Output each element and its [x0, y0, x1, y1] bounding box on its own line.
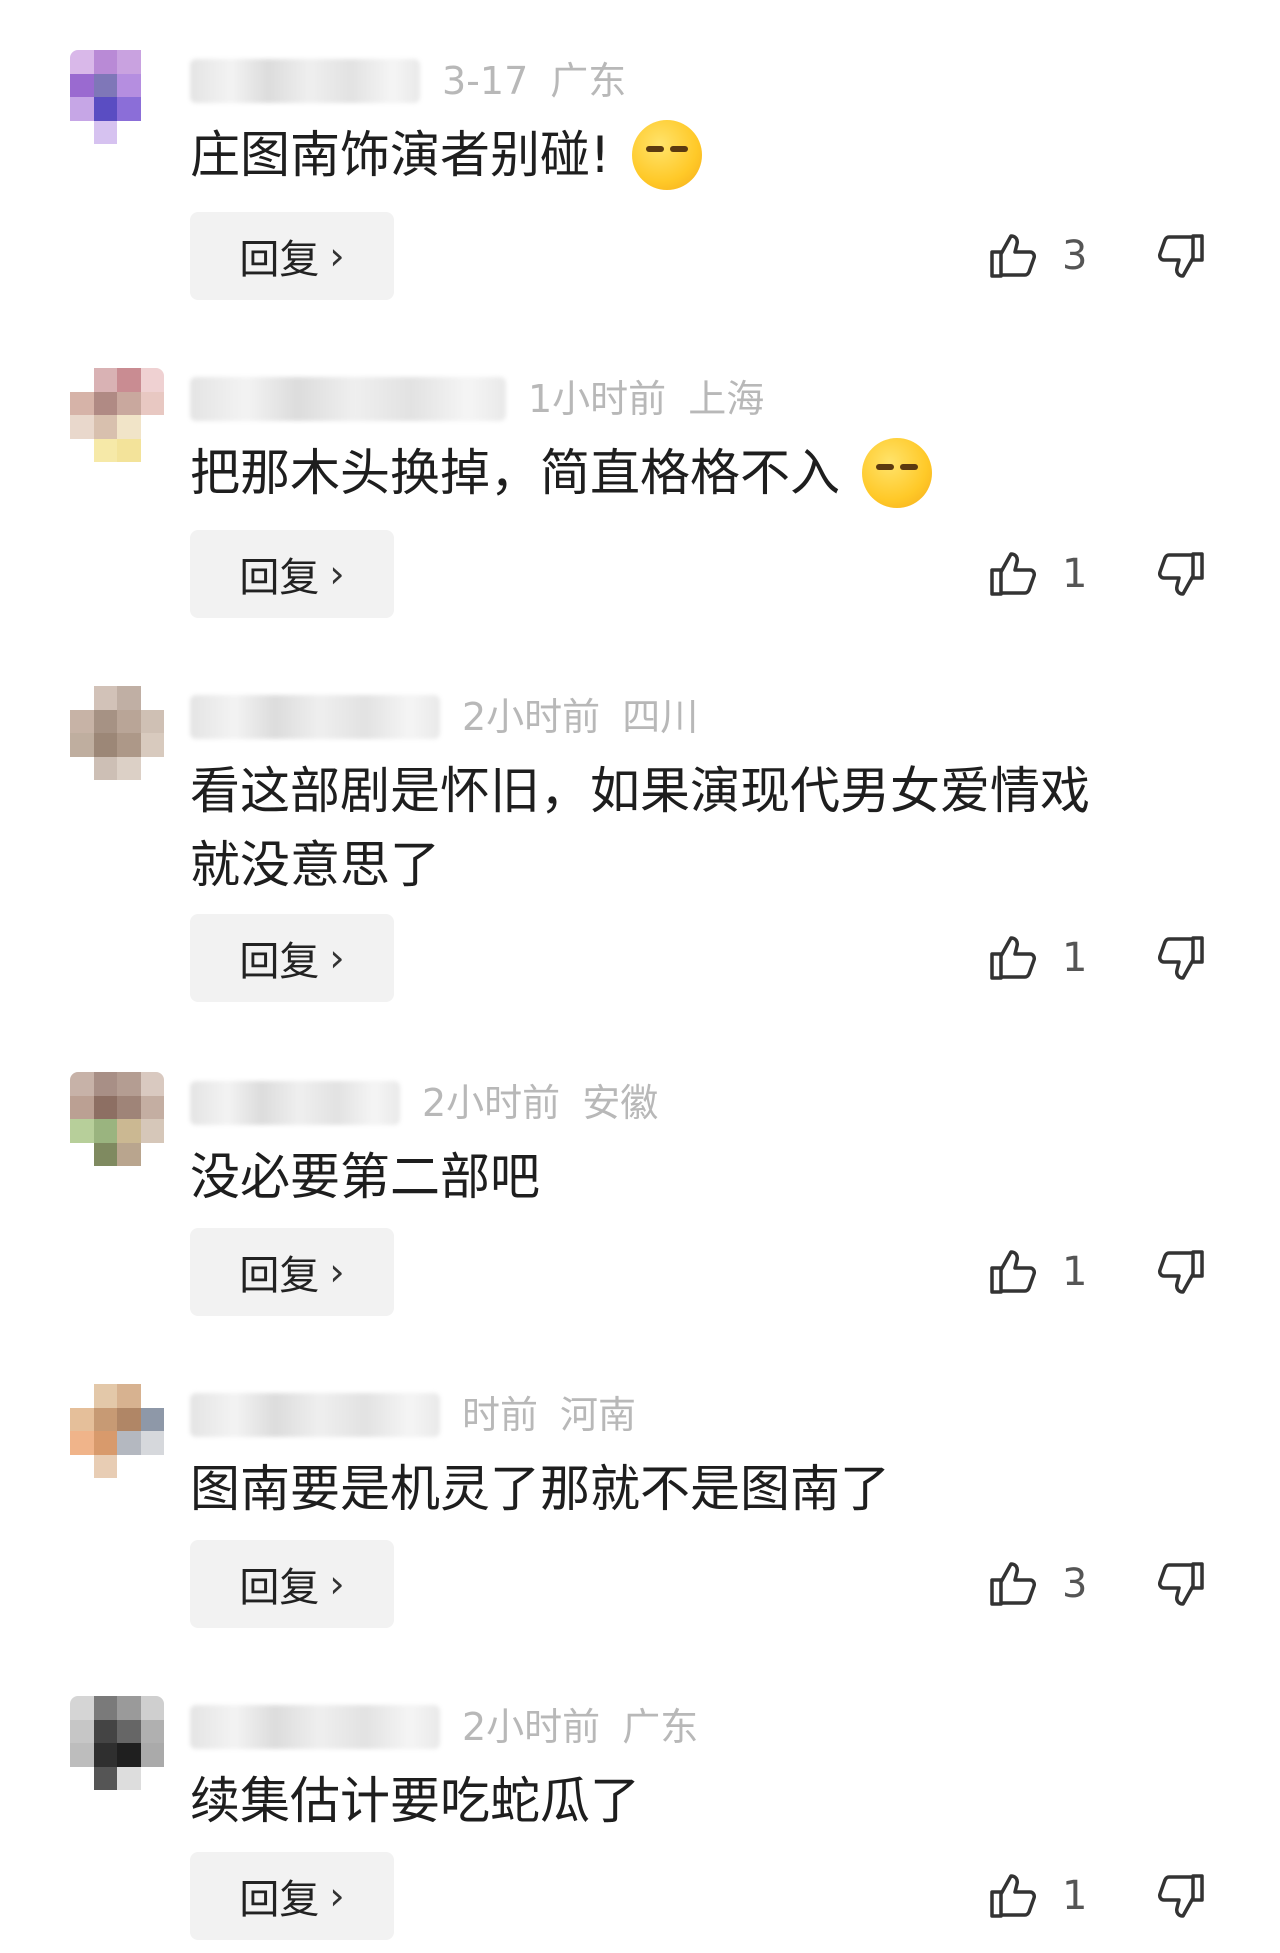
- reply-button[interactable]: 回复 ›: [190, 1540, 394, 1628]
- comment-region: 上海: [688, 377, 765, 421]
- username-blurred[interactable]: [190, 59, 420, 103]
- comment-meta: 2小时前 安徽: [190, 1078, 658, 1128]
- comment-time: 时前: [462, 1393, 539, 1437]
- avatar[interactable]: [70, 368, 164, 462]
- reply-button[interactable]: 回复 ›: [190, 1852, 394, 1940]
- reply-label: 回复: [239, 1877, 320, 1923]
- relieved-emoji-icon: [862, 437, 932, 508]
- like-count: 3: [1062, 1561, 1088, 1607]
- reply-button[interactable]: 回复 ›: [190, 914, 394, 1002]
- comment-time: 3-17: [442, 59, 529, 103]
- thumbs-up-icon: [990, 936, 1036, 980]
- thumbs-down-icon: [1158, 936, 1204, 980]
- dislike-button[interactable]: [1156, 1228, 1208, 1316]
- thumbs-up-icon: [990, 1874, 1036, 1918]
- comment-text: 续集估计要吃蛇瓜了: [190, 1772, 640, 1830]
- username-blurred[interactable]: [190, 695, 440, 739]
- comment-meta: 2小时前 四川: [190, 692, 698, 742]
- thumbs-up-icon: [990, 1562, 1036, 1606]
- reply-label: 回复: [239, 1253, 320, 1299]
- like-count: 1: [1062, 935, 1088, 981]
- like-count: 1: [1062, 1873, 1088, 1919]
- comment-text: 把那木头换掉，简直格格不入: [190, 436, 1210, 512]
- avatar[interactable]: [70, 686, 164, 780]
- avatar[interactable]: [70, 50, 164, 144]
- thumbs-down-icon: [1158, 1250, 1204, 1294]
- username-blurred[interactable]: [190, 1393, 440, 1437]
- reply-button[interactable]: 回复 ›: [190, 212, 394, 300]
- comment-region: 广东: [550, 59, 627, 103]
- like-button[interactable]: 3: [986, 212, 1087, 300]
- like-count: 1: [1062, 551, 1088, 597]
- reply-label: 回复: [239, 237, 320, 283]
- chevron-right-icon: ›: [329, 1874, 345, 1918]
- comment-meta: 3-17 广东: [190, 56, 626, 106]
- dislike-button[interactable]: [1156, 1540, 1208, 1628]
- chevron-right-icon: ›: [329, 936, 345, 980]
- avatar[interactable]: [70, 1696, 164, 1790]
- thumbs-up-icon: [990, 234, 1036, 278]
- comment-time: 2小时前: [422, 1081, 561, 1125]
- username-blurred[interactable]: [190, 377, 506, 421]
- comment-meta: 时前 河南: [190, 1390, 636, 1440]
- dislike-button[interactable]: [1156, 914, 1208, 1002]
- dislike-button[interactable]: [1156, 530, 1208, 618]
- comment-time: 2小时前: [462, 1705, 601, 1749]
- comment-meta: 1小时前 上海: [190, 374, 764, 424]
- dislike-button[interactable]: [1156, 212, 1208, 300]
- avatar[interactable]: [70, 1384, 164, 1478]
- comment-text: 没必要第二部吧: [190, 1148, 540, 1206]
- reply-label: 回复: [239, 939, 320, 985]
- comment-region: 安徽: [582, 1081, 659, 1125]
- thumbs-down-icon: [1158, 234, 1204, 278]
- thumbs-up-icon: [990, 1250, 1036, 1294]
- comment-text: 看这部剧是怀旧，如果演现代男女爱情戏 就没意思了: [190, 762, 1090, 894]
- like-count: 3: [1062, 233, 1088, 279]
- like-button[interactable]: 1: [986, 1228, 1087, 1316]
- like-button[interactable]: 3: [986, 1540, 1087, 1628]
- comment-time: 1小时前: [528, 377, 667, 421]
- thumbs-down-icon: [1158, 552, 1204, 596]
- dislike-button[interactable]: [1156, 1852, 1208, 1940]
- thumbs-down-icon: [1158, 1562, 1204, 1606]
- reply-button[interactable]: 回复 ›: [190, 530, 394, 618]
- chevron-right-icon: ›: [329, 1250, 345, 1294]
- comment-text: 图南要是机灵了那就不是图南了: [190, 1460, 890, 1518]
- thumbs-up-icon: [990, 552, 1036, 596]
- comment-region: 四川: [622, 695, 699, 739]
- reply-button[interactable]: 回复 ›: [190, 1228, 394, 1316]
- like-button[interactable]: 1: [986, 914, 1087, 1002]
- reply-label: 回复: [239, 1565, 320, 1611]
- like-button[interactable]: 1: [986, 1852, 1087, 1940]
- like-count: 1: [1062, 1249, 1088, 1295]
- comment-text: 庄图南饰演者别碰!: [190, 118, 1210, 194]
- comment-region: 广东: [622, 1705, 699, 1749]
- comment-meta: 2小时前 广东: [190, 1702, 698, 1752]
- reply-label: 回复: [239, 555, 320, 601]
- comment-time: 2小时前: [462, 695, 601, 739]
- chevron-right-icon: ›: [329, 552, 345, 596]
- chevron-right-icon: ›: [329, 234, 345, 278]
- thumbs-down-icon: [1158, 1874, 1204, 1918]
- comment-region: 河南: [560, 1393, 637, 1437]
- username-blurred[interactable]: [190, 1705, 440, 1749]
- like-button[interactable]: 1: [986, 530, 1087, 618]
- chevron-right-icon: ›: [329, 1562, 345, 1606]
- username-blurred[interactable]: [190, 1081, 400, 1125]
- avatar[interactable]: [70, 1072, 164, 1166]
- smirk-emoji-icon: [632, 119, 703, 190]
